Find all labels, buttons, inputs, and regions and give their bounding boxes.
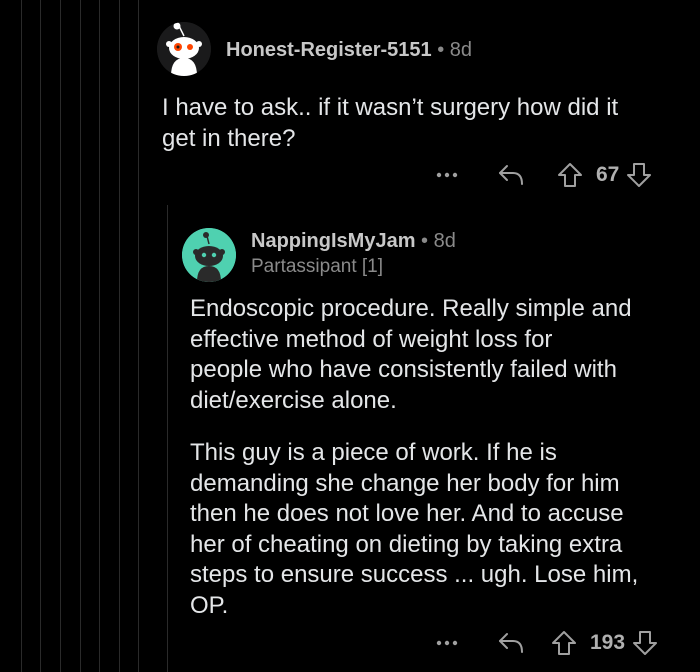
comment-age: 8d [433,230,456,252]
more-options-icon[interactable] [436,639,458,647]
more-options-icon[interactable] [436,171,458,179]
upvote-icon[interactable] [556,162,584,188]
thread-line [167,205,168,672]
separator-dot: • [421,230,429,252]
vote-count: 67 [596,163,620,186]
comment-body-paragraph-2: This guy is a piece of work. If he is de… [190,439,639,619]
comment-actions: 67 [436,158,653,192]
reply-icon[interactable] [496,631,526,655]
snoo-icon [182,228,236,282]
thread-line [40,0,41,672]
separator-dot: • [437,39,445,61]
upvote-icon[interactable] [550,630,578,656]
downvote-icon[interactable] [631,630,659,656]
comment-body-paragraph-1: Endoscopic procedure. Really simple and … [190,295,632,414]
snoo-avatar[interactable] [157,22,211,76]
thread-line [80,0,81,672]
vote-count: 193 [590,631,626,654]
snoo-avatar[interactable] [182,228,236,282]
comment-body: I have to ask.. if it wasn’t surgery how… [162,94,619,152]
reply-icon[interactable] [496,163,526,187]
comment-header: NappingIsMyJam • 8d [251,229,456,253]
snoo-icon [157,22,211,76]
thread-line [99,0,100,672]
username[interactable]: NappingIsMyJam [251,230,415,252]
thread-line [119,0,120,672]
thread-line [138,0,139,672]
comment-actions: 193 [436,626,659,660]
comment-age: 8d [449,39,473,61]
downvote-icon[interactable] [625,162,653,188]
thread-line [60,0,61,672]
user-flair: Partassipant [1] [251,256,384,277]
username[interactable]: Honest-Register-5151 [226,39,432,61]
thread-line [21,0,22,672]
comment-header: Honest-Register-5151 • 8d [226,38,472,62]
